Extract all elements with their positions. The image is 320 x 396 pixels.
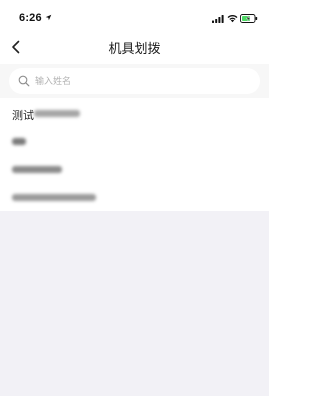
list-item-label: 测试 [12,110,34,122]
empty-area [0,211,269,396]
list-item[interactable] [0,156,269,184]
signal-icon [212,15,224,23]
redacted-text [12,166,62,173]
search-input[interactable] [35,70,245,92]
page-title: 机具划拨 [108,41,161,56]
redacted-text [12,138,26,145]
battery-charging-icon [240,14,258,23]
search-box[interactable] [9,68,260,94]
wifi-icon [227,15,238,23]
list-item[interactable] [0,128,269,156]
person-list: 测试 [0,100,269,212]
redacted-text [34,110,80,117]
search-section [0,64,269,98]
location-arrow-icon [45,14,52,21]
navigation-bar: 机具划拨 [0,34,269,60]
list-item[interactable]: 测试 [0,100,269,128]
status-time: 6:26 [19,12,42,24]
status-bar: 6:26 [0,0,269,34]
redacted-text [12,194,96,201]
list-item[interactable] [0,184,269,212]
search-icon [18,75,30,87]
